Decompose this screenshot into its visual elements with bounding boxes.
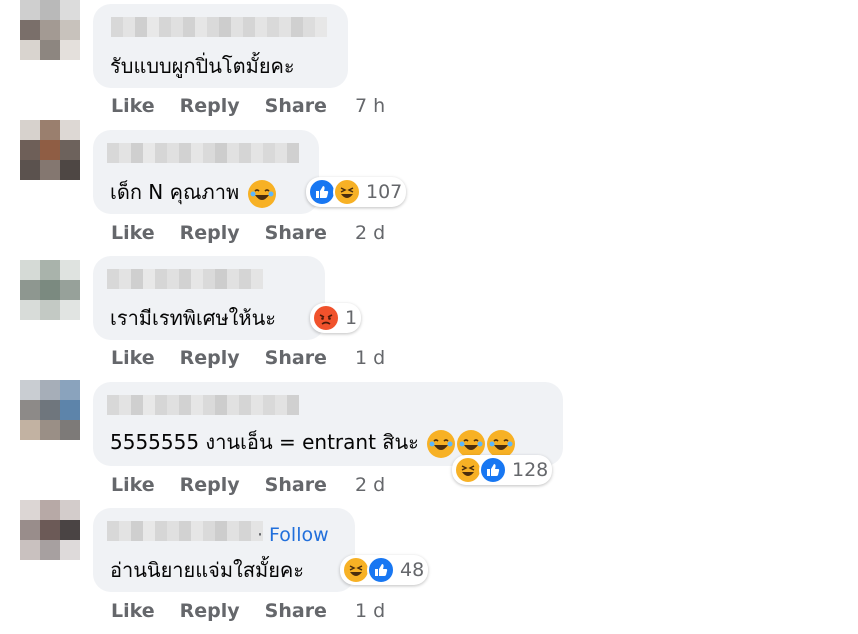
like-reaction-icon (367, 556, 395, 584)
avatar[interactable] (20, 0, 80, 60)
comment-actions: Like Reply Share 2 d (111, 222, 385, 244)
timestamp[interactable]: 2 d (355, 222, 385, 244)
like-button[interactable]: Like (111, 95, 155, 117)
author-name-blurred[interactable] (107, 395, 299, 415)
comment-text: เด็ก N คุณภาพ (110, 176, 276, 208)
comment-text: 5555555 งานเอ็น = entrant สินะ (110, 426, 516, 458)
laughing-emoji-icon (457, 429, 486, 458)
comment-bubble: เรามีเรทพิเศษให้นะ (93, 256, 325, 340)
laughing-emoji-icon (427, 429, 456, 458)
laughing-emoji-icon (487, 429, 516, 458)
reaction-summary[interactable]: 48 (340, 555, 429, 585)
avatar[interactable] (20, 260, 80, 320)
author-name-blurred[interactable] (107, 521, 263, 541)
haha-reaction-icon (342, 556, 370, 584)
reply-button[interactable]: Reply (180, 222, 240, 244)
reaction-summary[interactable]: 1 (310, 303, 362, 333)
share-button[interactable]: Share (265, 600, 327, 622)
reply-button[interactable]: Reply (180, 474, 240, 496)
like-button[interactable]: Like (111, 222, 155, 244)
comment-text: อ่านนิยายแจ่มใสมั้ยคะ (110, 558, 305, 582)
avatar[interactable] (20, 500, 80, 560)
share-button[interactable]: Share (265, 347, 327, 369)
share-button[interactable]: Share (265, 474, 327, 496)
comment-bubble: เด็ก N คุณภาพ (93, 130, 319, 214)
laughing-emoji-icon (247, 179, 276, 208)
share-button[interactable]: Share (265, 95, 327, 117)
reply-button[interactable]: Reply (180, 95, 240, 117)
like-button[interactable]: Like (111, 347, 155, 369)
comment-text: รับแบบผูกปิ่นโตมั้ยคะ (110, 54, 295, 78)
follow-separator: · (257, 524, 264, 546)
share-button[interactable]: Share (265, 222, 327, 244)
timestamp[interactable]: 1 d (355, 347, 385, 369)
timestamp[interactable]: 1 d (355, 600, 385, 622)
reaction-count: 48 (400, 559, 425, 581)
author-name-blurred[interactable] (107, 269, 263, 289)
like-button[interactable]: Like (111, 600, 155, 622)
reaction-summary[interactable]: 128 (452, 455, 553, 485)
like-button[interactable]: Like (111, 474, 155, 496)
reply-button[interactable]: Reply (180, 347, 240, 369)
comment-text-content: เด็ก N คุณภาพ (110, 180, 240, 204)
comment-text-content: 5555555 งานเอ็น = entrant สินะ (110, 430, 419, 454)
follow-link[interactable]: · Follow (257, 524, 329, 546)
comment-actions: Like Reply Share 1 d (111, 347, 385, 369)
like-reaction-icon (308, 178, 336, 206)
comment-bubble: รับแบบผูกปิ่นโตมั้ยคะ (93, 4, 348, 88)
like-reaction-icon (479, 456, 507, 484)
avatar[interactable] (20, 120, 80, 180)
avatar[interactable] (20, 380, 80, 440)
comment-actions: Like Reply Share 7 h (111, 95, 385, 117)
comment-actions: Like Reply Share 1 d (111, 600, 385, 622)
haha-reaction-icon (454, 456, 482, 484)
author-name-blurred[interactable] (111, 17, 327, 37)
haha-reaction-icon (333, 178, 361, 206)
reaction-summary[interactable]: 107 (306, 177, 407, 207)
reaction-count: 128 (512, 459, 549, 481)
follow-label[interactable]: Follow (269, 524, 329, 546)
comment-actions: Like Reply Share 2 d (111, 474, 385, 496)
comment-bubble: 5555555 งานเอ็น = entrant สินะ (93, 382, 563, 466)
comment-bubble: · Follow อ่านนิยายแจ่มใสมั้ยคะ (93, 508, 355, 592)
reaction-count: 1 (345, 307, 358, 329)
comment-text: เรามีเรทพิเศษให้นะ (110, 306, 277, 330)
timestamp[interactable]: 2 d (355, 474, 385, 496)
author-name-blurred[interactable] (107, 143, 299, 163)
reply-button[interactable]: Reply (180, 600, 240, 622)
timestamp[interactable]: 7 h (355, 95, 385, 117)
reaction-count: 107 (366, 181, 403, 203)
angry-reaction-icon (312, 304, 340, 332)
